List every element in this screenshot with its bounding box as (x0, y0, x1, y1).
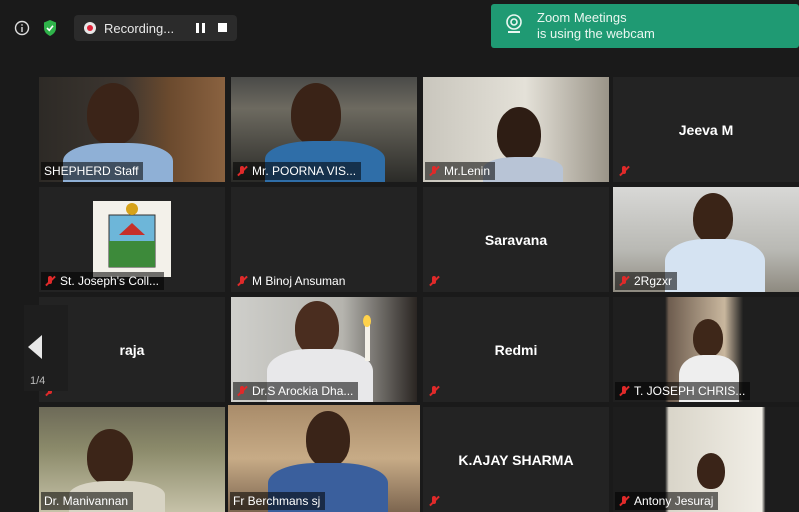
participant-display-name: Jeeva M (678, 121, 734, 138)
participant-name: T. JOSEPH CHRIS... (634, 384, 746, 398)
participant-name: Dr.S Arockia Dha... (252, 384, 354, 398)
participant-display-name: K.AJAY SHARMA (458, 451, 574, 468)
participant-name: SHEPHERD Staff (44, 164, 139, 178)
gallery-pager[interactable]: 1/4 (24, 305, 68, 391)
participant-name: St. Joseph's Coll... (60, 274, 159, 288)
mic-muted-icon (618, 275, 630, 287)
participant-tile[interactable]: St. Joseph's Coll... (39, 187, 225, 292)
participant-name-tag (425, 272, 445, 290)
participant-tile[interactable]: T. JOSEPH CHRIS... (613, 297, 799, 402)
participant-tile[interactable]: Dr.S Arockia Dha... (231, 297, 417, 402)
mic-muted-icon (428, 275, 440, 287)
mic-muted-icon (428, 495, 440, 507)
participant-name: M Binoj Ansuman (252, 274, 346, 288)
participant-name: Mr.Lenin (444, 164, 491, 178)
candle-flame (363, 315, 371, 327)
mic-muted-icon (236, 275, 248, 287)
participant-name-tag: Mr.Lenin (425, 162, 496, 180)
participant-tile[interactable]: Antony Jesuraj (613, 407, 799, 512)
participant-name-tag: Dr. Manivannan (41, 492, 134, 510)
participant-name-tag: Fr Berchmans sj (230, 492, 326, 510)
participant-name-tag: M Binoj Ansuman (233, 272, 350, 290)
gallery-grid: SHEPHERD Staff Mr. POORNA VIS... Mr.Leni… (0, 0, 799, 512)
participant-display-name: Redmi (494, 341, 538, 358)
participant-name: Antony Jesuraj (634, 494, 714, 508)
mic-muted-icon (618, 495, 630, 507)
participant-display-name: Saravana (484, 231, 548, 248)
participant-tile[interactable]: SHEPHERD Staff (39, 77, 225, 182)
participant-name-tag: T. JOSEPH CHRIS... (615, 382, 751, 400)
participant-tile[interactable]: Saravana (423, 187, 609, 292)
participant-name-tag: Antony Jesuraj (615, 492, 719, 510)
participant-name-tag: Dr.S Arockia Dha... (233, 382, 359, 400)
participant-name: Dr. Manivannan (44, 494, 129, 508)
participant-name-tag (425, 382, 445, 400)
mic-muted-icon (428, 165, 440, 177)
page-indicator: 1/4 (30, 375, 46, 387)
participant-tile[interactable]: M Binoj Ansuman (231, 187, 417, 292)
participant-name-tag (425, 492, 445, 510)
participant-tile[interactable]: K.AJAY SHARMA (423, 407, 609, 512)
mic-muted-icon (44, 275, 56, 287)
mic-muted-icon (618, 385, 630, 397)
participant-name-tag: 2Rgzxr (615, 272, 678, 290)
previous-page-icon[interactable] (28, 335, 42, 359)
mic-muted-icon (428, 385, 440, 397)
mic-muted-icon (618, 165, 630, 177)
mic-muted-icon (236, 165, 248, 177)
college-logo (93, 201, 171, 277)
participant-tile[interactable]: Mr. POORNA VIS... (231, 77, 417, 182)
participant-name: 2Rgzxr (634, 274, 673, 288)
participant-tile[interactable]: Redmi (423, 297, 609, 402)
participant-name-tag (615, 162, 635, 180)
participant-tile[interactable]: Mr.Lenin (423, 77, 609, 182)
participant-tile[interactable]: 2Rgzxr (613, 187, 799, 292)
participant-name: Mr. POORNA VIS... (252, 164, 357, 178)
mic-muted-icon (236, 385, 248, 397)
participant-name-tag: SHEPHERD Staff (41, 162, 144, 180)
participant-name-tag: St. Joseph's Coll... (41, 272, 164, 290)
candle (365, 325, 370, 361)
participant-tile[interactable]: Jeeva M (613, 77, 799, 182)
participant-name: Fr Berchmans sj (233, 494, 321, 508)
participant-name-tag: Mr. POORNA VIS... (233, 162, 362, 180)
participant-tile-active-speaker[interactable]: Fr Berchmans sj (228, 405, 420, 512)
participant-tile[interactable]: Dr. Manivannan (39, 407, 225, 512)
